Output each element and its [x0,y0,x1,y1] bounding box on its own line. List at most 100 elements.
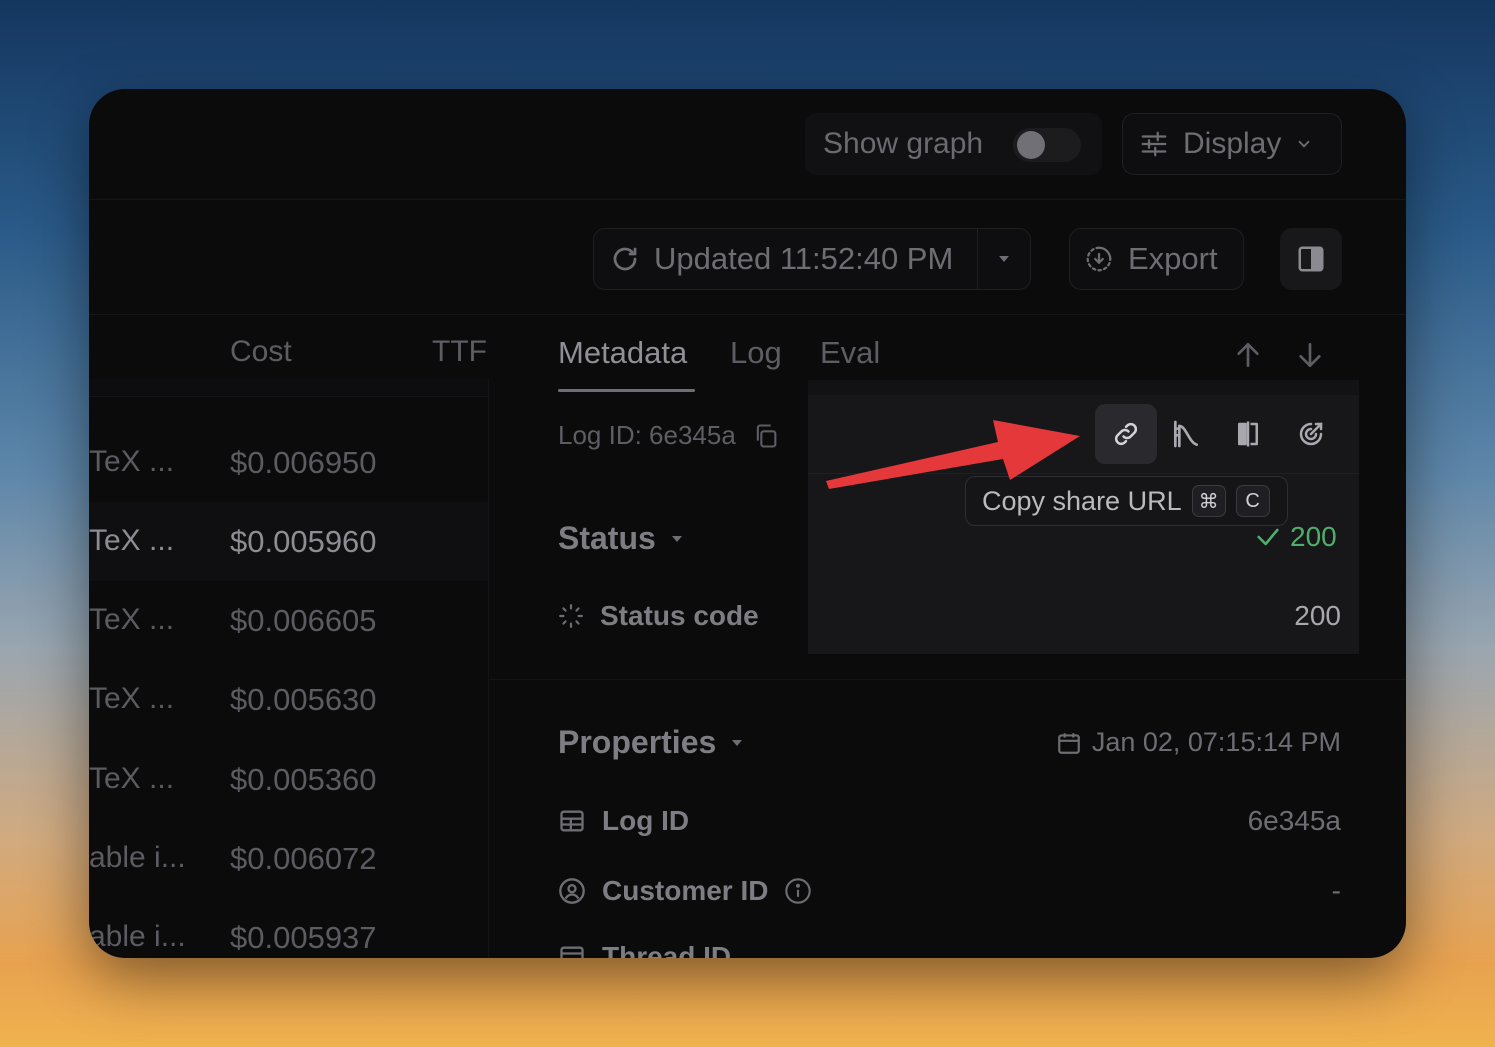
arrow-down-icon [1299,343,1321,367]
properties-title: Properties [558,724,717,760]
property-row: Thread ID [558,941,731,958]
sliders-icon [1141,131,1167,157]
row-name: TeX ... [89,445,175,478]
row-cost: $0.005630 [230,682,377,717]
active-tab-indicator [558,389,695,392]
status-value: 200 [1290,521,1337,552]
playground-slide-icon [1174,420,1198,448]
panel-divider [488,379,489,958]
row-cost: $0.005937 [230,920,377,955]
row-name: TeX ... [89,762,175,795]
app-window: Show graph Display Updated 11:52:40 PM E… [89,89,1406,958]
copy-share-url-button[interactable] [1095,404,1157,464]
status-title: Status [558,520,656,556]
tab-log[interactable]: Log [730,335,782,371]
shortcut-key-c: C [1235,485,1270,517]
compare-icon [1238,421,1258,447]
evaluate-button[interactable] [1280,404,1342,464]
status-badge: 200 [1254,521,1337,553]
property-value: 6e345a [1247,805,1341,836]
tab-eval[interactable]: Eval [820,335,880,371]
toggle-knob [1017,131,1045,159]
row-name: able i... [89,841,186,874]
refresh-button[interactable]: Updated 11:52:40 PM [594,229,979,289]
show-graph-label: Show graph [823,127,984,160]
next-log-button[interactable] [1294,339,1326,376]
table-icon [560,810,584,832]
table-header-border [89,379,489,397]
row-name: able i... [89,920,186,953]
table-row-selected[interactable]: TeX ... $0.005960 [89,502,489,581]
table-row[interactable]: TeX ... $0.006605 [89,581,489,660]
show-graph-control[interactable]: Show graph [805,113,1102,175]
properties-timestamp: Jan 02, 07:15:14 PM [1056,727,1341,758]
target-icon [1299,422,1323,446]
export-label: Export [1128,241,1218,276]
status-code-row: Status code [558,600,759,632]
arrow-up-icon [1237,343,1259,367]
property-label: Thread ID [602,941,732,958]
chevron-down-icon [1298,140,1310,148]
log-id: Log ID: 6e345a [558,420,780,451]
status-code-value: 200 [1294,600,1341,631]
refresh-icon [613,247,637,271]
divider [89,314,1406,315]
table-row[interactable]: TeX ... $0.005360 [89,740,489,819]
row-cost: $0.005960 [230,524,377,559]
row-cost: $0.006950 [230,445,377,480]
show-graph-toggle[interactable] [1013,128,1081,162]
thread-icon [560,946,584,958]
property-value: - [1331,875,1341,906]
status-code-label: Status code [600,600,759,631]
copy-share-url-tooltip: Copy share URL ⌘ C [965,476,1288,526]
row-cost: $0.006605 [230,603,377,638]
user-circle-icon [559,878,585,904]
caret-down-icon [671,535,682,542]
tab-metadata[interactable]: Metadata [558,335,687,371]
column-header-ttf[interactable]: TTF [432,335,487,369]
table-row[interactable]: able i... $0.005937 [89,898,489,958]
status-section-header[interactable]: Status [558,520,684,557]
row-name: TeX ... [89,682,175,715]
table-row[interactable]: TeX ... $0.006950 [89,423,489,502]
display-button[interactable]: Display [1122,113,1342,175]
link-icon [1114,422,1138,446]
log-id-label: Log ID: 6e345a [558,420,736,450]
property-row: Log ID [558,805,689,837]
divider [489,679,1406,680]
row-cost: $0.006072 [230,841,377,876]
check-icon [1257,528,1279,546]
divider [89,199,1406,200]
refresh-options-dropdown[interactable] [978,254,1030,264]
row-name: TeX ... [89,524,175,557]
compare-button[interactable] [1217,404,1279,464]
loader-icon [559,604,583,628]
timestamp-text: Jan 02, 07:15:14 PM [1091,727,1341,757]
caret-down-icon [999,256,1010,262]
updated-label: Updated 11:52:40 PM [654,241,954,276]
export-icon [1086,246,1112,272]
toolbar-panel-edge [808,380,1359,395]
refresh-button-group: Updated 11:52:40 PM [593,228,1031,290]
property-label: Customer ID [602,875,769,906]
shortcut-key-command: ⌘ [1191,485,1226,517]
display-label: Display [1183,127,1282,160]
calendar-icon [1057,732,1080,754]
tooltip-text: Copy share URL [982,485,1182,516]
properties-section-header[interactable]: Properties [558,724,744,761]
row-name: TeX ... [89,603,175,636]
copy-icon[interactable] [752,422,780,450]
export-button[interactable]: Export [1069,228,1244,290]
property-row: Customer ID [558,875,812,907]
info-icon[interactable] [784,877,812,905]
open-in-playground-button[interactable] [1155,404,1217,464]
caret-down-icon [732,739,743,746]
table-row[interactable]: TeX ... $0.005630 [89,660,489,739]
previous-log-button[interactable] [1232,339,1264,376]
row-cost: $0.005360 [230,762,377,797]
table-row[interactable]: able i... $0.006072 [89,819,489,898]
divider [808,473,1359,474]
column-header-cost[interactable]: Cost [230,335,292,369]
toggle-panel-button[interactable] [1280,228,1342,290]
property-label: Log ID [602,805,690,836]
